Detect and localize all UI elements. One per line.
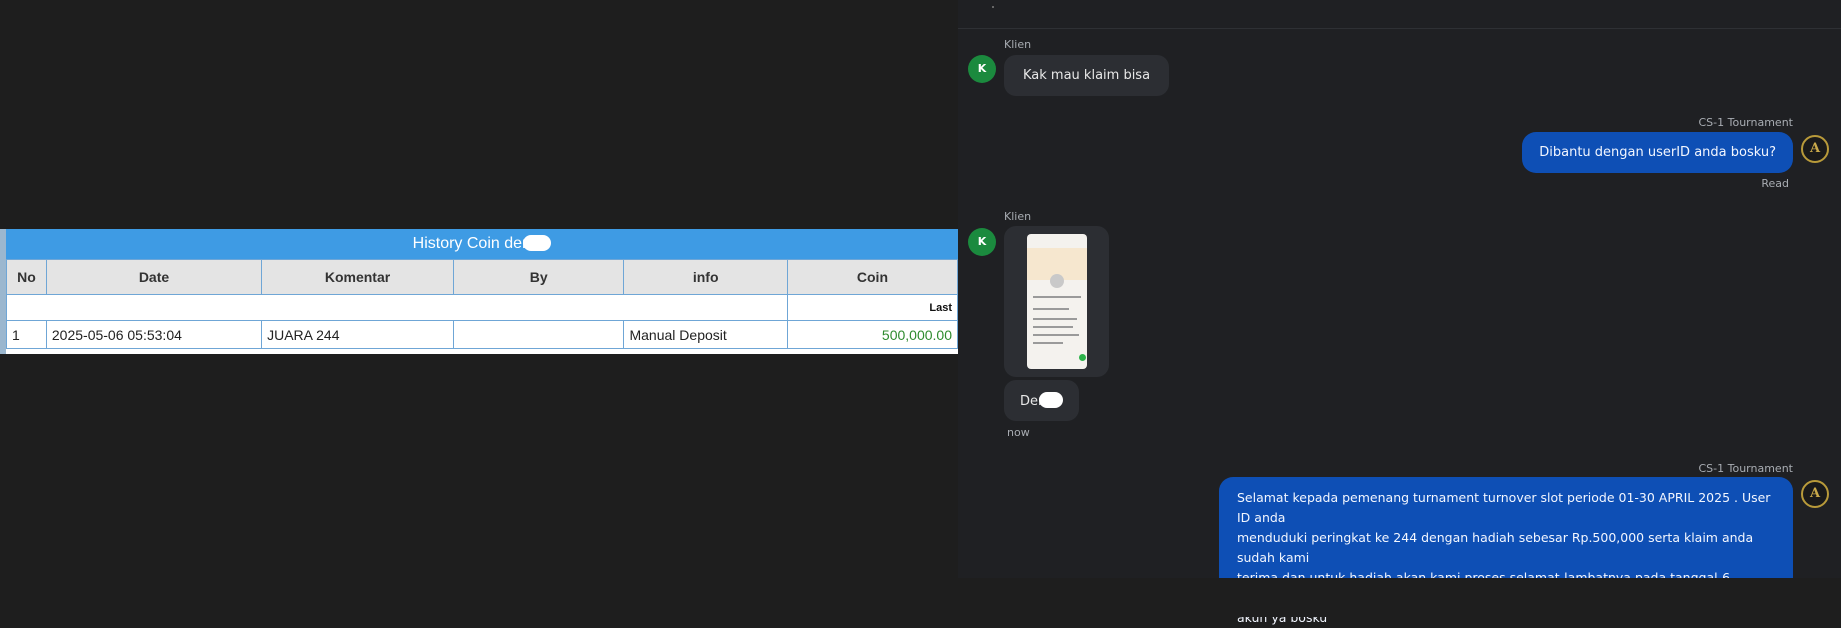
message-bubble-incoming[interactable]: Der <box>1004 380 1080 421</box>
sender-name: Klien <box>1004 38 1032 51</box>
col-no[interactable]: No <box>6 259 47 295</box>
thumb-line <box>1033 334 1079 336</box>
header-divider <box>958 28 1841 29</box>
agent-avatar[interactable]: A <box>1801 480 1829 508</box>
thumb-line <box>1033 296 1081 298</box>
header-dot <box>992 6 994 8</box>
thumb-line <box>1033 308 1069 310</box>
client-avatar[interactable]: K <box>968 55 996 83</box>
col-info[interactable]: info <box>623 259 788 295</box>
cell-info: Manual Deposit <box>623 320 788 349</box>
screenshot-thumbnail[interactable] <box>1027 234 1087 369</box>
chat-panel: Klien K Kak mau klaim bisa CS-1 Tourname… <box>958 0 1841 625</box>
agent-name: CS-1 Tournament <box>1698 116 1794 129</box>
thumb-avatar <box>1050 274 1064 288</box>
table-header-row: No Date Komentar By info Coin <box>6 259 958 295</box>
thumb-green-dot <box>1079 354 1086 361</box>
message-bubble-incoming[interactable]: Kak mau klaim bisa <box>1004 55 1170 96</box>
last-row: Last <box>6 294 958 321</box>
redaction-blob <box>1039 392 1064 408</box>
message-line: Selamat kepada pemenang turnament turnov… <box>1237 490 1771 525</box>
thumb-line <box>1033 318 1077 320</box>
col-komentar[interactable]: Komentar <box>261 259 454 295</box>
agent-name: CS-1 Tournament <box>1698 462 1794 475</box>
message-bubble-outgoing[interactable]: Dibantu dengan userID anda bosku? <box>1522 132 1793 173</box>
col-by[interactable]: By <box>452 259 625 295</box>
table-row: 1 2025-05-06 05:53:04 JUARA 244 Manual D… <box>6 320 958 349</box>
message-time: now <box>1007 426 1030 439</box>
col-date[interactable]: Date <box>45 259 263 295</box>
history-table: No Date Komentar By info Coin Last 1 202… <box>6 259 958 349</box>
thumb-line <box>1033 342 1063 344</box>
message-line: menduduki peringkat ke 244 dengan hadiah… <box>1237 530 1754 565</box>
agent-avatar[interactable]: A <box>1801 135 1829 163</box>
client-avatar[interactable]: K <box>968 228 996 256</box>
cell-by <box>452 320 625 349</box>
thumb-line <box>1033 326 1073 328</box>
sender-name: Klien <box>1004 210 1032 223</box>
cell-coin: 500,000.00 <box>786 320 958 349</box>
bottom-strip <box>0 578 1841 617</box>
last-spacer <box>6 294 788 321</box>
history-title: History Coin der <box>6 229 958 259</box>
cell-date: 2025-05-06 05:53:04 <box>45 320 263 349</box>
last-label: Last <box>786 294 958 321</box>
message-bubble-outgoing[interactable]: Selamat kepada pemenang turnament turnov… <box>1219 477 1793 625</box>
history-title-text: History Coin der <box>412 235 528 252</box>
history-coin-panel: History Coin der No Date Komentar By inf… <box>0 229 958 354</box>
col-coin[interactable]: Coin <box>786 259 958 295</box>
read-status: Read <box>1761 177 1789 190</box>
cell-komentar: JUARA 244 <box>261 320 454 349</box>
redaction-blob <box>523 235 552 251</box>
cell-no: 1 <box>6 320 47 349</box>
